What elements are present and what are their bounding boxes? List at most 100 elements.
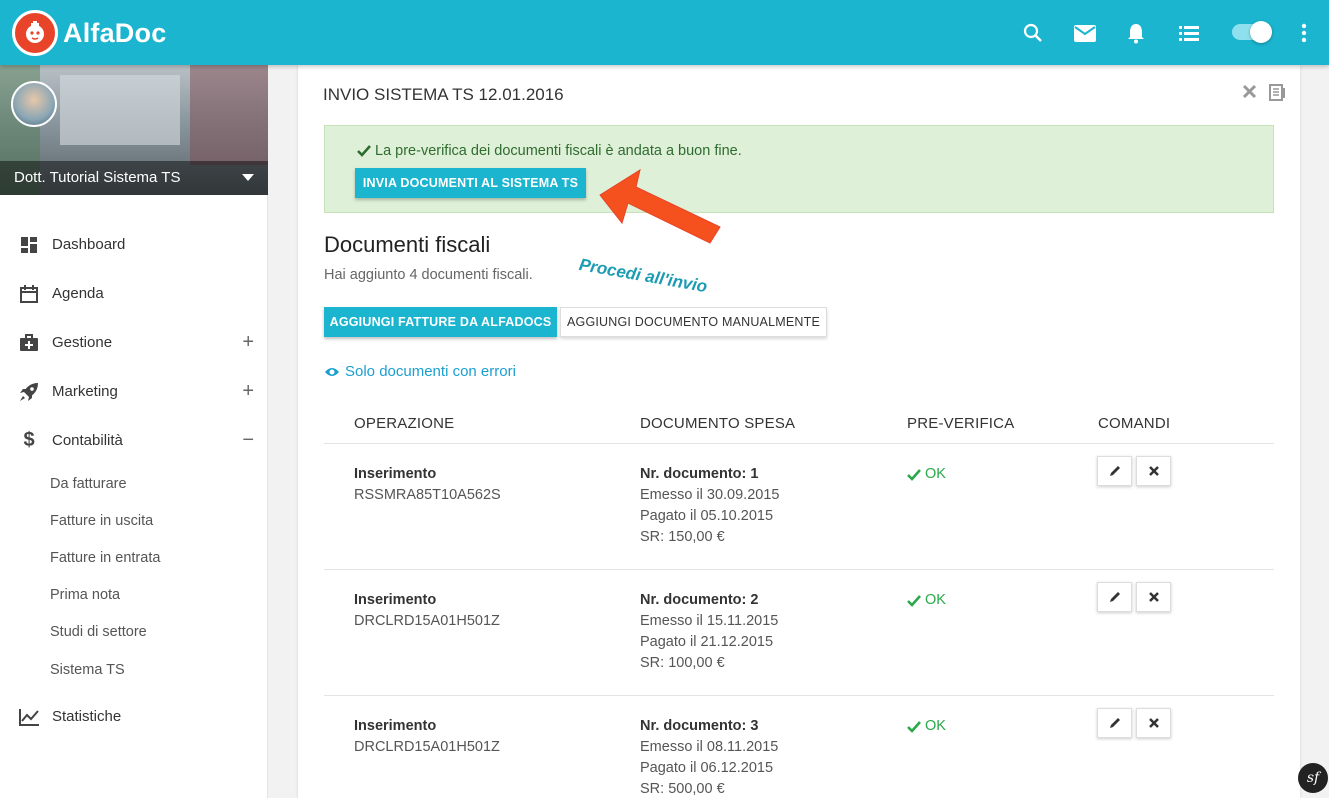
mail-icon[interactable] [1072,20,1098,46]
document-cell: Nr. documento: 2 Emesso il 15.11.2015 Pa… [640,590,778,674]
operation-cell: Inserimento DRCLRD15A01H501Z [354,716,500,758]
main-card: INVIO SISTEMA TS 12.01.2016 La pre-verif… [298,65,1300,798]
close-icon[interactable] [1242,84,1257,106]
column-header-comandi: COMANDI [1098,415,1171,432]
amount: SR: 100,00 € [640,655,725,671]
sidebar-subitem-fatture-uscita[interactable]: Fatture in uscita [0,502,268,539]
sidebar-subitem-da-fatturare[interactable]: Da fatturare [0,465,268,502]
section-subtitle: Hai aggiunto 4 documenti fiscali. [324,267,533,283]
more-vert-icon[interactable] [1291,20,1317,46]
sidebar-subitem-label: Sistema TS [50,661,125,678]
paid-date: Pagato il 21.12.2015 [640,634,774,650]
sidebar: Dott. Tutorial Sistema TS Dashboard Agen… [0,65,268,798]
profile-bar[interactable]: Dott. Tutorial Sistema TS [0,161,268,195]
alert-text: La pre-verifica dei documenti fiscali è … [375,143,742,159]
sidebar-subitem-label: Fatture in entrata [50,549,161,566]
collapse-icon[interactable]: − [242,429,254,452]
sidebar-item-label: Statistiche [52,708,122,726]
fiscal-code: DRCLRD15A01H501Z [354,613,500,629]
error-filter-link[interactable]: Solo documenti con errori [324,363,516,380]
expand-icon[interactable]: + [242,331,254,354]
check-icon [907,468,921,481]
operation-type: Inserimento [354,466,437,482]
paid-date: Pagato il 05.10.2015 [640,508,774,524]
close-icon [1148,718,1159,728]
add-manual-document-button[interactable]: AGGIUNGI DOCUMENTO MANUALMENTE [560,307,827,337]
operation-cell: Inserimento RSSMRA85T10A562S [354,464,501,506]
sidebar-nav: Dashboard Agenda Gestione + Marketing + … [0,220,268,741]
lion-logo-icon [12,10,58,56]
sidebar-subitem-label: Fatture in uscita [50,512,154,529]
profile-banner: Dott. Tutorial Sistema TS [0,65,268,195]
document-number: Nr. documento: 3 [640,718,759,734]
status-badge: OK [907,464,946,485]
eye-icon [325,367,339,376]
sidebar-item-dashboard[interactable]: Dashboard [0,220,268,269]
sidebar-item-statistiche[interactable]: Statistiche [0,692,268,741]
column-header-operazione: OPERAZIONE [354,415,455,432]
sidebar-item-label: Gestione [52,334,113,351]
edit-button[interactable] [1097,582,1132,612]
expand-icon[interactable]: + [242,380,254,403]
sidebar-subitem-sistema-ts[interactable]: Sistema TS [0,651,268,688]
sidebar-item-marketing[interactable]: Marketing + [0,367,268,416]
bell-icon[interactable] [1123,20,1149,46]
delete-button[interactable] [1136,582,1171,612]
page-title: INVIO SISTEMA TS 12.01.2016 [323,85,564,104]
dollar-icon: $ [23,429,35,451]
document-cell: Nr. documento: 1 Emesso il 30.09.2015 Pa… [640,464,779,548]
app-logo[interactable]: AlfaDoc [12,10,166,56]
avatar[interactable] [11,81,57,127]
sidebar-item-label: Contabilità [52,432,123,449]
chart-icon [18,706,40,728]
issued-date: Emesso il 08.11.2015 [640,739,779,755]
sidebar-item-label: Marketing [52,383,118,400]
rocket-icon [18,381,40,403]
operation-type: Inserimento [354,718,437,734]
send-to-sistema-ts-button[interactable]: INVIA DOCUMENTI AL SISTEMA TS [355,168,586,198]
edit-button[interactable] [1097,708,1132,738]
sidebar-item-gestione[interactable]: Gestione + [0,318,268,367]
status-text: OK [925,592,946,608]
list-icon[interactable] [1176,20,1202,46]
pencil-icon [1109,592,1120,602]
add-alfadocs-invoices-button[interactable]: AGGIUNGI FATTURE DA ALFADOCS [324,307,557,337]
status-badge: OK [907,590,946,611]
sidebar-item-label: Agenda [52,285,104,302]
close-icon [1148,466,1159,476]
annotation-arrow [599,168,721,244]
search-icon[interactable] [1020,20,1046,46]
sidebar-item-agenda[interactable]: Agenda [0,269,268,318]
theme-toggle[interactable] [1232,21,1272,43]
sidebar-item-contabilita[interactable]: $ Contabilità − [0,416,268,465]
document-icon[interactable] [1269,84,1286,106]
status-badge: OK [907,716,946,737]
app-name: AlfaDoc [63,17,167,48]
background-photo [60,75,180,145]
column-header-documento-spesa: DOCUMENTO SPESA [640,415,796,432]
check-icon [907,720,921,733]
column-header-pre-verifica: PRE-VERIFICA [907,415,1015,432]
symfony-icon[interactable]: sf [1298,763,1328,793]
background-photo-detail [190,65,268,165]
table-row: Inserimento DRCLRD15A01H501Z Nr. documen… [324,696,1274,798]
caret-down-icon[interactable] [242,174,254,181]
fiscal-code: DRCLRD15A01H501Z [354,739,500,755]
delete-button[interactable] [1136,708,1171,738]
amount: SR: 150,00 € [640,529,725,545]
sidebar-subitem-label: Studi di settore [50,624,147,641]
edit-button[interactable] [1097,456,1132,486]
sidebar-subitem-studi-settore[interactable]: Studi di settore [0,614,268,651]
pencil-icon [1109,718,1120,728]
delete-button[interactable] [1136,456,1171,486]
check-icon [357,145,371,157]
dashboard-icon [18,234,40,256]
issued-date: Emesso il 30.09.2015 [640,487,780,503]
sidebar-subitem-fatture-entrata[interactable]: Fatture in entrata [0,539,268,576]
table-row: Inserimento RSSMRA85T10A562S Nr. documen… [324,444,1274,570]
sidebar-subitem-prima-nota[interactable]: Prima nota [0,577,268,614]
paid-date: Pagato il 06.12.2015 [640,760,774,776]
fiscal-code: RSSMRA85T10A562S [354,487,501,503]
sidebar-item-label: Dashboard [52,236,126,253]
medkit-icon [18,332,40,354]
